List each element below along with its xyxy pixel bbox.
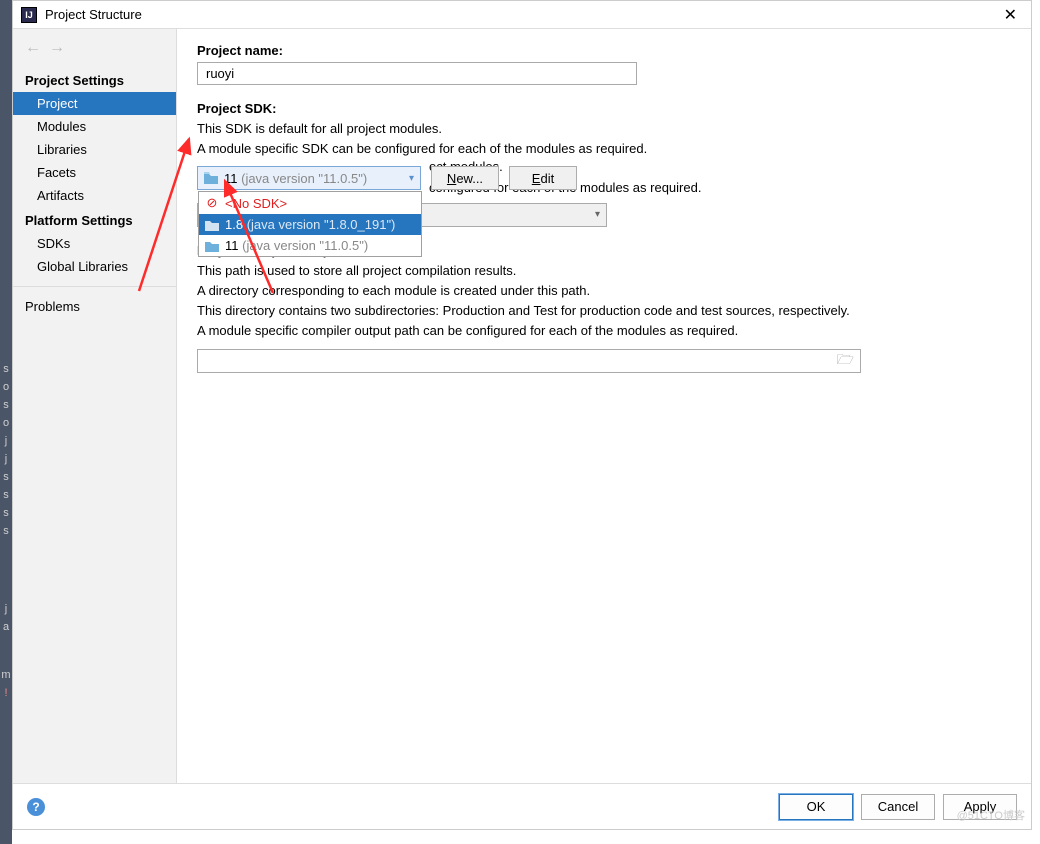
- app-icon: IJ: [21, 7, 37, 23]
- ok-button[interactable]: OK: [779, 794, 853, 820]
- nav-arrows: ← →: [13, 29, 176, 67]
- sdk-option-18[interactable]: 1.8 (java version "1.8.0_191"): [199, 214, 421, 235]
- sidebar-item-modules[interactable]: Modules: [13, 115, 176, 138]
- project-name-label: Project name:: [197, 43, 1011, 58]
- dialog-footer: ? OK Cancel Apply: [13, 783, 1031, 829]
- output-desc-1: This path is used to store all project c…: [197, 262, 1011, 280]
- output-desc-4: A module specific compiler output path c…: [197, 322, 1011, 340]
- warn-icon: ⊘: [205, 195, 219, 211]
- project-sdk-label: Project SDK:: [197, 101, 1011, 116]
- sdk-select[interactable]: 11 (java version "11.0.5") ▾ ⊘ <No SDK> …: [197, 166, 421, 190]
- section-project-settings: Project Settings: [13, 67, 176, 92]
- folder-icon: [204, 172, 218, 184]
- new-sdk-button[interactable]: New...: [431, 166, 499, 190]
- project-name-input[interactable]: [197, 62, 637, 85]
- help-icon[interactable]: ?: [27, 798, 45, 816]
- sidebar-item-libraries[interactable]: Libraries: [13, 138, 176, 161]
- folder-icon: [205, 219, 219, 231]
- titlebar: IJ Project Structure ✕: [13, 1, 1031, 29]
- sidebar-item-project[interactable]: Project: [13, 92, 176, 115]
- ide-gutter: sosojjssss ja m!: [0, 0, 12, 844]
- divider: [13, 286, 176, 287]
- sdk-desc-1: This SDK is default for all project modu…: [197, 120, 1011, 138]
- back-arrow-icon[interactable]: ←: [25, 39, 41, 57]
- dialog-title: Project Structure: [45, 7, 998, 22]
- cancel-button[interactable]: Cancel: [861, 794, 935, 820]
- sidebar-item-sdks[interactable]: SDKs: [13, 232, 176, 255]
- sdk-desc-2: A module specific SDK can be configured …: [197, 140, 1011, 158]
- sdk-selected-text: 11 (java version "11.0.5"): [224, 171, 403, 186]
- sdk-option-11[interactable]: 11 (java version "11.0.5"): [199, 235, 421, 256]
- watermark: @51CTO博客: [957, 807, 1025, 823]
- content-panel: Project name: Project SDK: This SDK is d…: [177, 29, 1031, 783]
- output-desc-2: A directory corresponding to each module…: [197, 282, 1011, 300]
- chevron-down-icon: ▾: [595, 209, 600, 220]
- sdk-dropdown: ⊘ <No SDK> 1.8 (java version "1.8.0_191"…: [198, 191, 422, 257]
- forward-arrow-icon[interactable]: →: [49, 39, 65, 57]
- sidebar-item-problems[interactable]: Problems: [13, 295, 176, 318]
- sidebar-item-facets[interactable]: Facets: [13, 161, 176, 184]
- sidebar-item-global-libraries[interactable]: Global Libraries: [13, 255, 176, 278]
- output-desc-3: This directory contains two subdirectori…: [197, 302, 1011, 320]
- sidebar: ← → Project Settings Project Modules Lib…: [13, 29, 177, 783]
- folder-icon: [205, 240, 219, 252]
- section-platform-settings: Platform Settings: [13, 207, 176, 232]
- sdk-option-nosdk[interactable]: ⊘ <No SDK>: [199, 192, 421, 214]
- close-icon[interactable]: ✕: [998, 3, 1023, 27]
- browse-folder-icon[interactable]: 🗁: [837, 349, 854, 373]
- sidebar-item-artifacts[interactable]: Artifacts: [13, 184, 176, 207]
- edit-sdk-button[interactable]: Edit: [509, 166, 577, 190]
- project-structure-dialog: IJ Project Structure ✕ ← → Project Setti…: [12, 0, 1032, 830]
- chevron-down-icon: ▾: [409, 173, 414, 184]
- compiler-output-input[interactable]: 🗁: [197, 349, 861, 373]
